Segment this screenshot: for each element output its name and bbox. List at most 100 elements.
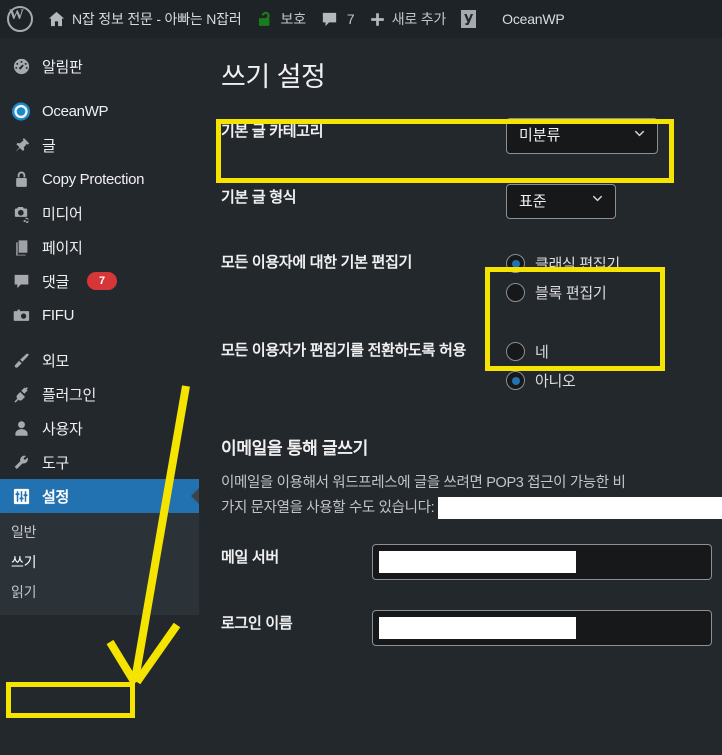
main-content: 쓰기 설정 기본 글 카테고리 미분류 기본 글 형식 표준 모든 이용자에 대…: [199, 38, 722, 755]
wrench-icon: [11, 452, 31, 472]
sidebar-item-fifu[interactable]: FIFU: [0, 298, 199, 332]
radio-button[interactable]: [506, 254, 525, 274]
writing-settings-form: 기본 글 카테고리 미분류 기본 글 형식 표준 모든 이용자에 대한 기본 편…: [199, 103, 722, 410]
dashboard-icon: [11, 56, 31, 76]
submenu-item-writing[interactable]: 쓰기: [0, 547, 199, 577]
row-label: 모든 이용자에 대한 기본 편집기: [221, 254, 412, 272]
row-mail-server: 메일 서버: [199, 529, 722, 595]
radio-label: 아니오: [535, 373, 576, 391]
email-settings-form: 메일 서버 로그인 이름: [199, 529, 722, 661]
pin-icon: [11, 135, 31, 155]
row-allow-editor-switch: 모든 이용자가 편집기를 전환하도록 허용 네 아니오: [199, 322, 722, 410]
sidebar-item-label: 페이지: [42, 239, 83, 257]
sidebar-item-label: Copy Protection: [42, 170, 145, 188]
site-name-label: N잡 정보 전문 - 아빠는 N잡러: [72, 11, 242, 27]
radio-label: 클래식 편집기: [535, 256, 620, 274]
default-category-select-wrap: 미분류: [506, 118, 658, 154]
row-login-name: 로그인 이름: [199, 595, 722, 661]
lock-icon: [11, 169, 31, 189]
sidebar-item-posts[interactable]: 글: [0, 128, 199, 162]
row-control: 클래식 편집기 블록 편집기: [506, 234, 722, 322]
row-label: 로그인 이름: [221, 614, 293, 632]
sidebar-item-settings[interactable]: 설정: [0, 479, 199, 513]
wordpress-logo-icon: W: [7, 6, 33, 32]
site-name-menu[interactable]: N잡 정보 전문 - 아빠는 N잡러: [40, 0, 249, 38]
radio-button[interactable]: [506, 283, 525, 303]
radio-button[interactable]: [506, 342, 525, 362]
new-content-label: 새로 추가: [391, 11, 447, 27]
secret-string-field[interactable]: [438, 497, 722, 520]
post-via-email-heading: 이메일을 통해 글쓰기: [221, 439, 368, 459]
sidebar-item-label: FIFU: [42, 306, 75, 324]
sidebar-item-users[interactable]: 사용자: [0, 411, 199, 445]
home-icon: [47, 10, 66, 29]
sidebar-item-label: 미디어: [42, 205, 83, 223]
mail-server-input[interactable]: [372, 543, 712, 580]
yoast-menu[interactable]: [453, 0, 485, 38]
radio-label: 블록 편집기: [535, 285, 607, 303]
protect-label: 보호: [280, 11, 307, 27]
sidebar-item-appearance[interactable]: 외모: [0, 343, 199, 377]
new-content-menu[interactable]: 새로 추가: [362, 0, 453, 38]
brush-icon: [11, 350, 31, 370]
row-label: 모든 이용자가 편집기를 전환하도록 허용: [221, 342, 466, 360]
comments-menu[interactable]: 7: [313, 0, 362, 38]
sidebar-item-label: 도구: [42, 454, 70, 472]
row-control: [372, 595, 722, 661]
sidebar-item-comments[interactable]: 댓글 7: [0, 264, 199, 298]
oceanwp-brand-label: OceanWP: [502, 11, 565, 27]
plus-icon: [369, 11, 386, 28]
page-icon: [11, 237, 31, 257]
sidebar-item-plugins[interactable]: 플러그인: [0, 377, 199, 411]
user-icon: [11, 418, 31, 438]
login-name-input[interactable]: [372, 609, 712, 646]
submenu-item-general[interactable]: 일반: [0, 517, 199, 547]
sidebar-item-oceanwp[interactable]: OceanWP: [0, 94, 199, 128]
comments-count-badge: 7: [87, 272, 118, 290]
admin-sidebar-menu: 알림판 OceanWP 글 Copy Protection 미디어 페이지 댓글…: [0, 38, 199, 755]
sidebar-item-label: 플러그인: [42, 386, 97, 404]
row-label: 기본 글 카테고리: [221, 123, 324, 141]
sidebar-item-label: 글: [42, 137, 56, 155]
row-control: 네 아니오: [506, 322, 722, 410]
row-default-post-format: 기본 글 형식 표준: [199, 169, 722, 235]
radio-button[interactable]: [506, 371, 525, 391]
oceanwp-icon: [11, 101, 31, 121]
sidebar-item-copy-protection[interactable]: Copy Protection: [0, 162, 199, 196]
sidebar-item-dashboard[interactable]: 알림판: [0, 49, 199, 83]
camera-icon: [11, 305, 31, 325]
admin-bar: W N잡 정보 전문 - 아빠는 N잡러 보호 7 새로 추가 OceanWP: [0, 0, 722, 38]
sidebar-item-label: 설정: [42, 488, 70, 506]
default-post-format-select[interactable]: 표준: [506, 183, 616, 220]
default-post-category-select[interactable]: 미분류: [506, 118, 658, 154]
wp-logo-menu[interactable]: W: [0, 0, 40, 38]
desc-line-1: 이메일을 이용해서 워드프레스에 글을 쓰려면 POP3 접근이 가능한 비: [221, 475, 626, 492]
radio-block-editor[interactable]: 블록 편집기: [506, 278, 712, 307]
radio-allow-switch-no[interactable]: 아니오: [506, 366, 712, 395]
comment-count: 7: [346, 11, 355, 27]
radio-allow-switch-yes[interactable]: 네: [506, 337, 712, 366]
row-label: 메일 서버: [221, 548, 279, 566]
sidebar-item-label: 알림판: [42, 58, 83, 76]
plug-icon: [11, 384, 31, 404]
sidebar-item-tools[interactable]: 도구: [0, 445, 199, 479]
default-format-select-wrap: 표준: [506, 183, 616, 220]
sidebar-item-label: 사용자: [42, 420, 83, 438]
input-selection-highlight: [379, 616, 576, 639]
row-control: 미분류: [506, 103, 722, 169]
sidebar-item-pages[interactable]: 페이지: [0, 230, 199, 264]
oceanwp-brand-menu[interactable]: OceanWP: [485, 0, 571, 38]
sidebar-item-label: OceanWP: [42, 102, 109, 120]
radio-classic-editor[interactable]: 클래식 편집기: [506, 249, 712, 278]
sidebar-item-media[interactable]: 미디어: [0, 196, 199, 230]
protect-menu[interactable]: 보호: [249, 0, 313, 38]
row-control: 표준: [506, 169, 722, 235]
row-default-post-category: 기본 글 카테고리 미분류: [199, 103, 722, 169]
media-icon: [11, 203, 31, 223]
sidebar-item-label: 외모: [42, 352, 70, 370]
desc-line-2: 가지 문자열을 사용할 수도 있습니다:: [221, 500, 435, 517]
wordpress-admin-screen: W N잡 정보 전문 - 아빠는 N잡러 보호 7 새로 추가 OceanWP …: [0, 0, 722, 755]
submenu-item-reading[interactable]: 읽기: [0, 577, 199, 607]
row-label: 기본 글 형식: [221, 188, 297, 206]
comment-icon: [11, 271, 31, 291]
